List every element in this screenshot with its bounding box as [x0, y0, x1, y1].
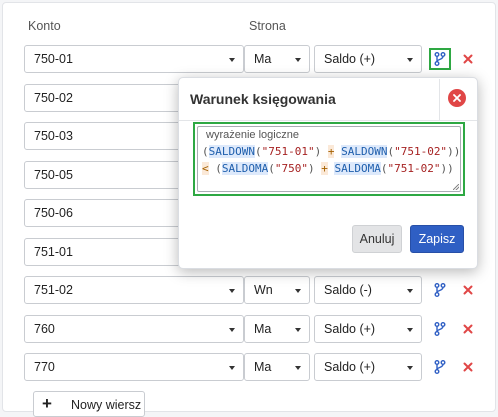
strona-select[interactable]: Ma: [244, 353, 310, 381]
strona-select[interactable]: Ma: [244, 45, 310, 73]
header-divider: [439, 79, 440, 120]
branch-icon[interactable]: [429, 318, 451, 340]
cancel-button[interactable]: Anuluj: [352, 225, 402, 253]
saldo-value: Saldo (+): [324, 52, 376, 66]
chevron-down-icon: [407, 58, 413, 62]
resize-handle-icon[interactable]: [453, 184, 459, 190]
saldo-select[interactable]: Saldo (+): [314, 45, 422, 73]
expression-textarea[interactable]: wyrażenie logiczne (SALDOWN("751-01") + …: [197, 126, 461, 192]
saldo-value: Saldo (-): [324, 283, 372, 297]
plus-icon: +: [42, 394, 52, 413]
chevron-down-icon: [295, 58, 301, 62]
strona-value: Ma: [254, 52, 272, 66]
konto-select[interactable]: 751-02: [24, 276, 244, 304]
close-icon[interactable]: [461, 283, 475, 297]
chevron-down-icon: [229, 289, 235, 293]
konto-value: 751-02: [34, 283, 73, 297]
konto-select[interactable]: 750-01: [24, 45, 244, 73]
chevron-down-icon: [229, 366, 235, 370]
header-konto: Konto: [28, 19, 61, 33]
branch-icon[interactable]: [429, 279, 451, 301]
chevron-down-icon: [295, 366, 301, 370]
condition-modal: Warunek księgowania wyrażenie logiczne (…: [178, 77, 478, 269]
modal-divider: [179, 120, 477, 121]
chevron-down-icon: [407, 366, 413, 370]
konto-value: 750-03: [34, 129, 73, 143]
strona-value: Ma: [254, 322, 272, 336]
saldo-select[interactable]: Saldo (-): [314, 276, 422, 304]
konto-value: 750-01: [34, 52, 73, 66]
konto-value: 750-02: [34, 91, 73, 105]
strona-value: Wn: [254, 283, 273, 297]
save-button[interactable]: Zapisz: [410, 225, 464, 253]
saldo-select[interactable]: Saldo (+): [314, 315, 422, 343]
add-row-label: Nowy wiersz: [71, 398, 142, 412]
strona-value: Ma: [254, 360, 272, 374]
chevron-down-icon: [407, 328, 413, 332]
expression-highlight: wyrażenie logiczne (SALDOWN("751-01") + …: [193, 122, 465, 196]
konto-select[interactable]: 760: [24, 315, 244, 343]
konto-value: 750-06: [34, 206, 73, 220]
konto-value: 751-01: [34, 245, 73, 259]
konto-value: 770: [34, 360, 55, 374]
chevron-down-icon: [229, 328, 235, 332]
close-icon[interactable]: [461, 360, 475, 374]
chevron-down-icon: [295, 328, 301, 332]
saldo-value: Saldo (+): [324, 322, 376, 336]
header-strona: Strona: [249, 19, 286, 33]
konto-value: 760: [34, 322, 55, 336]
saldo-value: Saldo (+): [324, 360, 376, 374]
strona-select[interactable]: Wn: [244, 276, 310, 304]
chevron-down-icon: [407, 289, 413, 293]
strona-select[interactable]: Ma: [244, 315, 310, 343]
chevron-down-icon: [229, 58, 235, 62]
add-row-button[interactable]: + Nowy wiersz: [33, 391, 145, 417]
chevron-down-icon: [295, 289, 301, 293]
konto-value: 750-05: [34, 168, 73, 182]
branch-icon[interactable]: [429, 48, 451, 70]
saldo-select[interactable]: Saldo (+): [314, 353, 422, 381]
expression-code: (SALDOWN("751-01") + SALDOWN("751-02")) …: [202, 145, 461, 175]
modal-title: Warunek księgowania: [190, 91, 336, 107]
close-circle-icon[interactable]: [448, 89, 466, 107]
close-icon[interactable]: [461, 52, 475, 66]
expression-label: wyrażenie logiczne: [206, 129, 299, 141]
branch-icon[interactable]: [429, 356, 451, 378]
close-icon[interactable]: [461, 322, 475, 336]
konto-select[interactable]: 770: [24, 353, 244, 381]
